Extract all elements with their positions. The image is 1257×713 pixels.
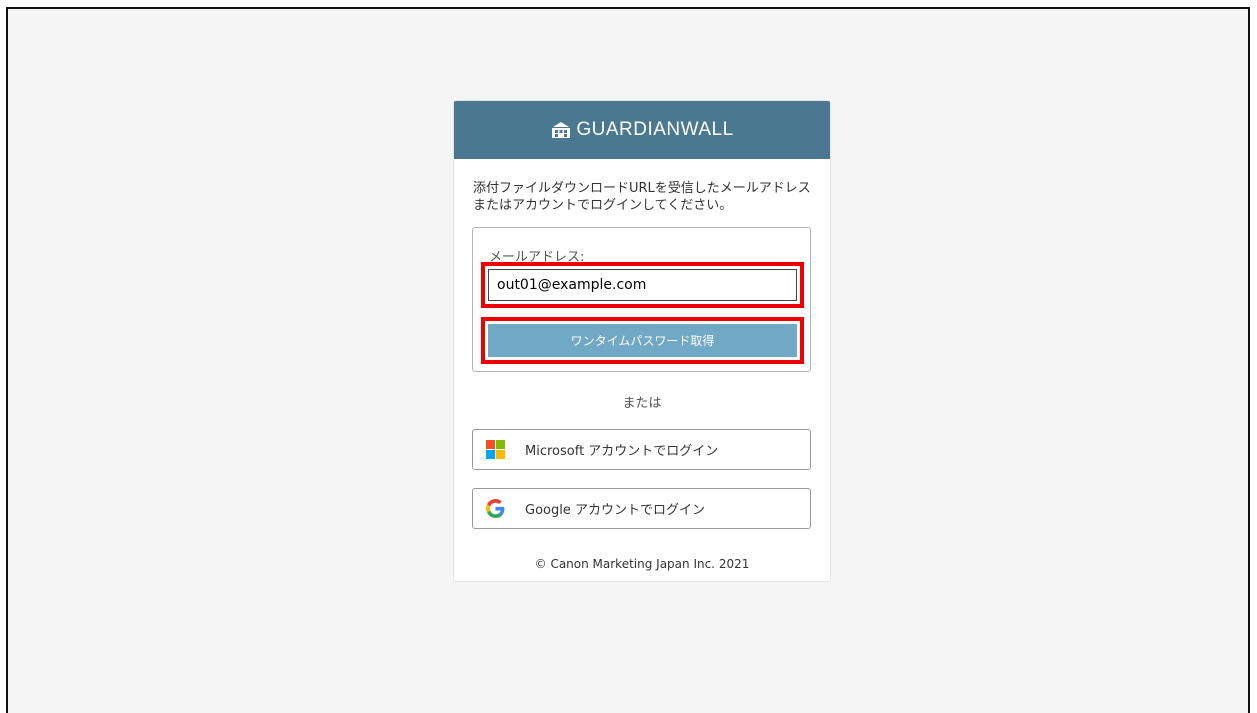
google-login-button[interactable]: Google アカウントでログイン: [472, 488, 811, 529]
google-login-label: Google アカウントでログイン: [525, 503, 705, 518]
copyright-footer: © Canon Marketing Japan Inc. 2021: [534, 557, 750, 571]
card-header: GUARDIANWALL: [454, 101, 830, 159]
microsoft-login-label: Microsoft アカウントでログイン: [525, 444, 719, 459]
intro-text: 添付ファイルダウンロードURLを受信したメールアドレスまたはアカウントでログイン…: [473, 181, 811, 213]
otp-highlight: ワンタイムパスワード取得: [481, 317, 804, 364]
google-logo-icon: [486, 499, 505, 518]
email-login-box: メールアドレス: ワンタイムパスワード取得: [472, 227, 811, 372]
brand-name: GUARDIANWALL: [576, 119, 734, 140]
or-separator: または: [622, 396, 662, 411]
email-highlight: [481, 262, 804, 308]
guardianwall-logo-icon: [552, 122, 571, 138]
microsoft-login-button[interactable]: Microsoft アカウントでログイン: [472, 429, 811, 470]
microsoft-logo-icon: [486, 440, 505, 459]
brand-logo: GUARDIANWALL: [550, 119, 733, 141]
email-input[interactable]: [488, 269, 797, 301]
get-otp-button[interactable]: ワンタイムパスワード取得: [488, 324, 797, 357]
login-card: GUARDIANWALL 添付ファイルダウンロードURLを受信したメールアドレス…: [453, 100, 831, 582]
screen-frame: GUARDIANWALL 添付ファイルダウンロードURLを受信したメールアドレス…: [6, 7, 1250, 713]
